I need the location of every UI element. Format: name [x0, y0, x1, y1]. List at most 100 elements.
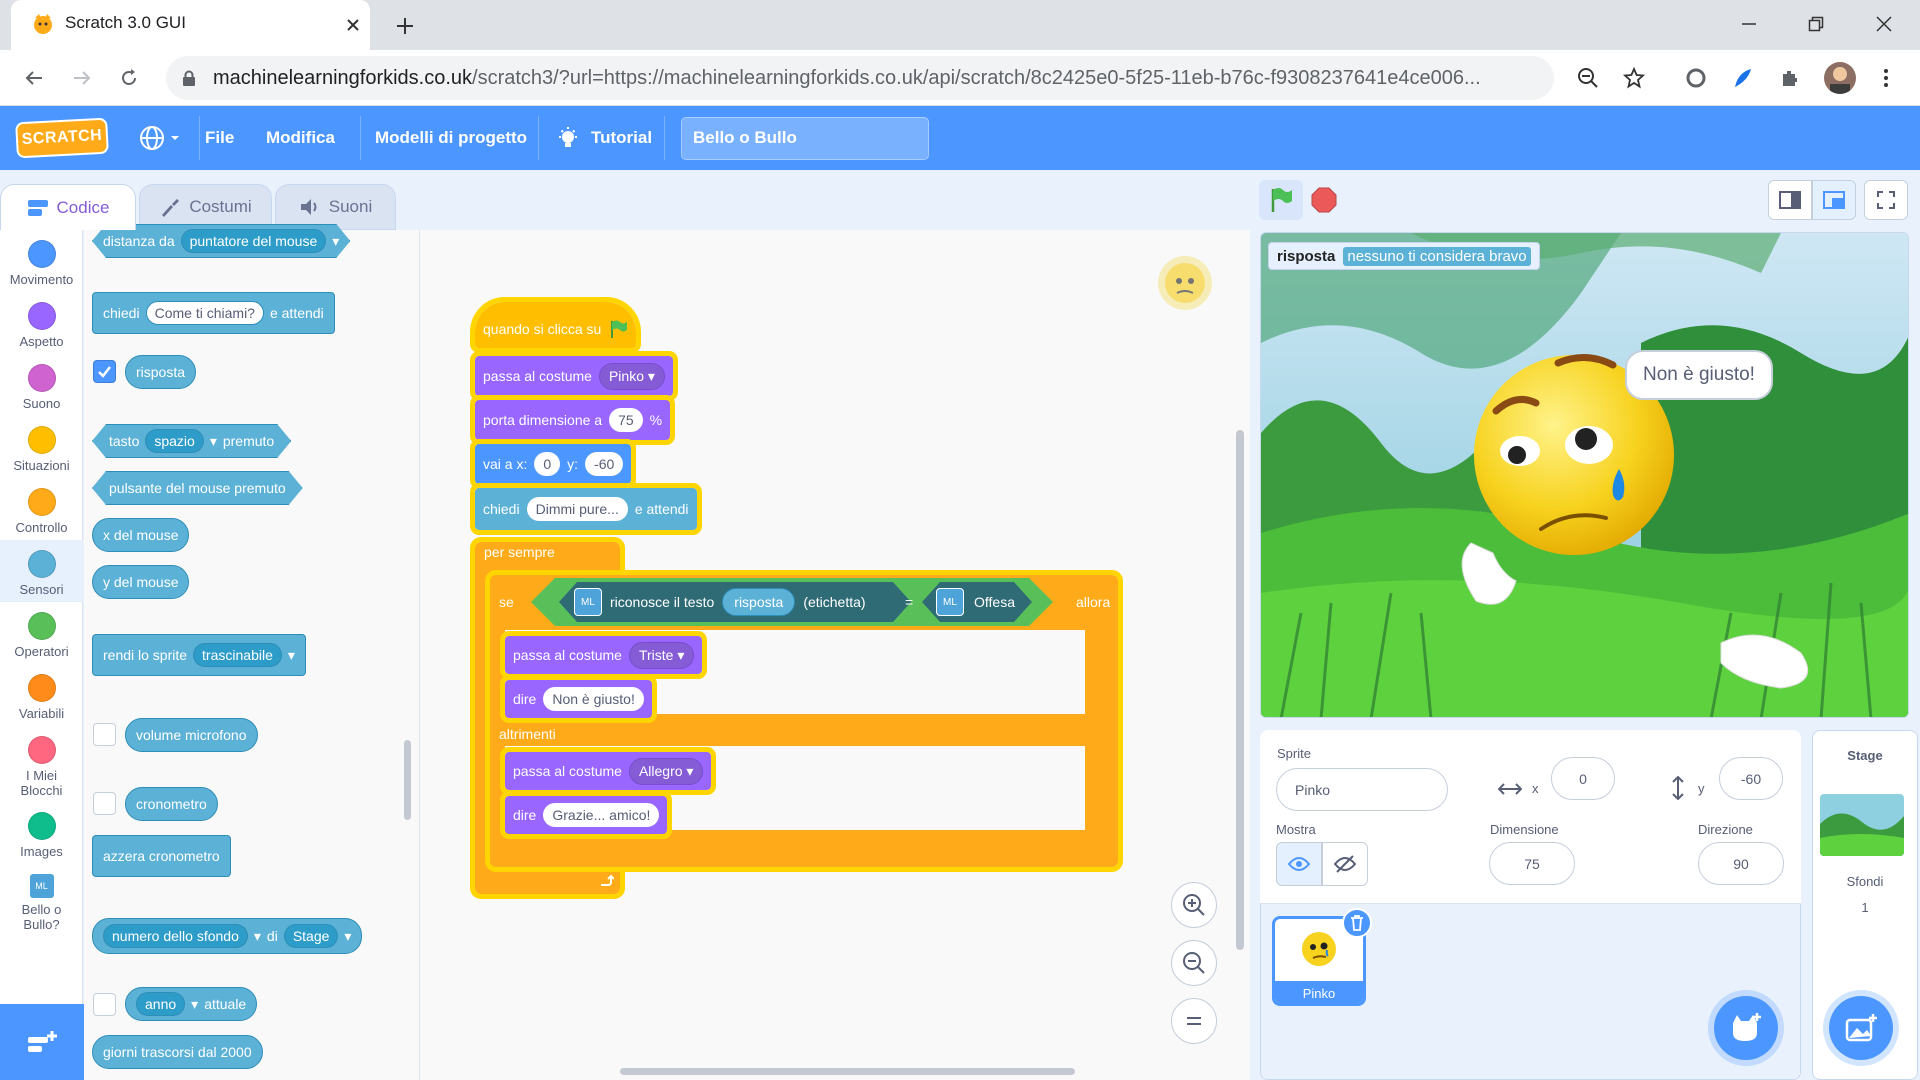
tab-sounds[interactable]: Suoni	[275, 184, 396, 230]
block-reset-timer[interactable]: azzera cronometro	[92, 835, 231, 877]
block-loudness[interactable]: volume microfono	[125, 718, 258, 752]
category-variables[interactable]: Variabili	[0, 674, 83, 721]
category-ml-model[interactable]: ML Bello o Bullo?	[0, 874, 83, 932]
zoom-out-icon[interactable]	[1574, 64, 1602, 92]
stop-button[interactable]	[1310, 186, 1338, 214]
ask-input[interactable]: Come ti chiami?	[145, 301, 264, 325]
hide-sprite-button[interactable]	[1322, 842, 1368, 886]
y-input[interactable]: -60	[1719, 757, 1783, 800]
dropdown-property[interactable]: numero dello sfondo	[103, 924, 248, 948]
choose-backdrop-button[interactable]	[1829, 996, 1893, 1060]
extension-feather-icon[interactable]	[1728, 64, 1756, 92]
current-year-checkbox[interactable]	[93, 993, 116, 1016]
block-mouse-x[interactable]: x del mouse	[92, 518, 190, 552]
minimize-window-icon[interactable]	[1733, 8, 1765, 40]
category-control[interactable]: Controllo	[0, 488, 83, 535]
url-text[interactable]: machinelearningforkids.co.uk/scratch3/?u…	[213, 67, 1553, 90]
delete-sprite-button[interactable]	[1342, 908, 1372, 938]
category-sensing[interactable]: Sensori	[0, 550, 83, 597]
workspace-horizontal-scrollbar[interactable]	[620, 1068, 1075, 1075]
block-set-size[interactable]: porta dimensione a 75%	[469, 395, 676, 445]
lock-icon[interactable]	[178, 67, 200, 89]
block-switch-costume-pinko[interactable]: passa al costume Pinko ▾	[470, 351, 678, 401]
add-extension-button[interactable]	[0, 1004, 84, 1080]
extensions-puzzle-icon[interactable]	[1776, 64, 1804, 92]
close-window-icon[interactable]	[1868, 8, 1900, 40]
say-input[interactable]: Grazie... amico!	[543, 803, 660, 827]
block-answer[interactable]: risposta	[125, 355, 197, 389]
dropdown-costume[interactable]: Allegro ▾	[628, 757, 704, 785]
green-flag-button[interactable]	[1259, 180, 1303, 220]
y-input[interactable]: -60	[585, 452, 624, 476]
block-key-pressed[interactable]: tasto spazio ▾ premuto	[92, 424, 291, 458]
menu-file[interactable]: File	[205, 128, 234, 148]
ask-input[interactable]: Dimmi pure...	[526, 497, 628, 521]
category-operators[interactable]: Operatori	[0, 612, 83, 659]
block-current[interactable]: anno ▾ attuale	[125, 987, 258, 1021]
tutorial-lightbulb-icon[interactable]	[555, 125, 581, 151]
category-events[interactable]: Situazioni	[0, 426, 83, 473]
answer-monitor[interactable]: risposta nessuno ti considera bravo	[1268, 242, 1540, 270]
show-sprite-button[interactable]	[1276, 842, 1322, 886]
close-tab-icon[interactable]	[341, 13, 365, 37]
dropdown-current[interactable]: anno	[136, 992, 186, 1016]
sprite-name-input[interactable]: Pinko	[1276, 768, 1448, 811]
block-timer[interactable]: cronometro	[125, 787, 218, 821]
block-mouse-down[interactable]: pulsante del mouse premuto	[92, 471, 303, 505]
stage-canvas[interactable]	[1260, 232, 1909, 718]
tab-costumes[interactable]: Costumi	[139, 184, 272, 230]
scratch-logo[interactable]: SCRATCH	[15, 117, 109, 159]
size-input[interactable]: 75	[609, 408, 643, 432]
block-say-non-e-giusto[interactable]: dire Non è giusto!	[500, 675, 657, 723]
zoom-in-button[interactable]	[1171, 882, 1217, 928]
extension-circle-icon[interactable]	[1682, 64, 1710, 92]
direction-input[interactable]: 90	[1698, 842, 1784, 885]
block-ask-and-wait[interactable]: chiedi Come ti chiami? e attendi	[92, 292, 335, 334]
block-say-grazie[interactable]: dire Grazie... amico!	[499, 791, 673, 839]
zoom-reset-button[interactable]	[1171, 998, 1217, 1044]
menu-project-templates[interactable]: Modelli di progetto	[375, 128, 527, 148]
category-images[interactable]: Images	[0, 812, 83, 859]
dropdown-costume[interactable]: Triste ▾	[628, 641, 695, 669]
x-input[interactable]: 0	[1551, 757, 1615, 800]
choose-sprite-button[interactable]	[1714, 996, 1778, 1060]
new-tab-icon[interactable]	[391, 12, 419, 40]
tab-code[interactable]: Codice	[0, 184, 136, 230]
block-ask-and-wait-script[interactable]: chiedi Dimmi pure... e attendi	[470, 483, 702, 535]
answer-checkbox[interactable]	[93, 360, 116, 383]
palette-scrollbar[interactable]	[404, 740, 411, 820]
dropdown-key[interactable]: spazio	[145, 429, 203, 453]
answer-reporter[interactable]: risposta	[722, 588, 796, 616]
back-arrow-icon[interactable]	[18, 62, 50, 94]
category-looks[interactable]: Aspetto	[0, 302, 83, 349]
bookmark-star-icon[interactable]	[1620, 64, 1648, 92]
block-switch-costume-allegro[interactable]: passa al costume Allegro ▾	[499, 747, 717, 795]
forward-arrow-icon[interactable]	[66, 62, 98, 94]
language-globe-icon[interactable]	[137, 122, 183, 154]
block-switch-costume-triste[interactable]: passa al costume Triste ▾	[499, 631, 708, 679]
small-stage-button[interactable]	[1768, 180, 1812, 220]
reload-icon[interactable]	[113, 62, 145, 94]
category-sound[interactable]: Suono	[0, 364, 83, 411]
timer-checkbox[interactable]	[93, 792, 116, 815]
fullscreen-button[interactable]	[1864, 180, 1908, 220]
dropdown-object[interactable]: Stage	[283, 924, 339, 948]
block-days-since-2000[interactable]: giorni trascorsi dal 2000	[92, 1035, 263, 1069]
browser-menu-icon[interactable]	[1872, 64, 1900, 92]
block-when-flag-clicked[interactable]: quando si clicca su	[469, 297, 642, 353]
stage-thumbnail[interactable]	[1820, 794, 1904, 856]
restore-window-icon[interactable]	[1800, 8, 1832, 40]
block-backdrop-of[interactable]: numero dello sfondo ▾ di Stage ▾	[92, 918, 363, 954]
say-input[interactable]: Non è giusto!	[543, 687, 644, 711]
zoom-out-button[interactable]	[1171, 940, 1217, 986]
block-set-drag-mode[interactable]: rendi lo sprite trascinabile ▾	[92, 634, 306, 676]
block-goto-xy[interactable]: vai a x: 0 y: -60	[469, 439, 637, 489]
block-mouse-y[interactable]: y del mouse	[92, 565, 190, 599]
size-input[interactable]: 75	[1489, 842, 1575, 885]
menu-edit[interactable]: Modifica	[266, 128, 335, 148]
x-input[interactable]: 0	[534, 452, 561, 476]
dropdown-costume[interactable]: Pinko ▾	[598, 362, 665, 390]
workspace-vertical-scrollbar[interactable]	[1236, 430, 1244, 950]
loudness-checkbox[interactable]	[93, 723, 116, 746]
profile-avatar[interactable]	[1824, 62, 1856, 94]
